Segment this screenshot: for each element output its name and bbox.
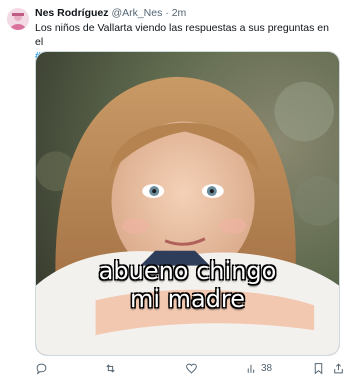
- handle[interactable]: @Ark_Nes: [111, 7, 162, 19]
- reply-icon: [36, 363, 47, 375]
- meme-caption-line-2: mi madre: [129, 285, 246, 313]
- tweet-body: Los niños de Vallarta viendo las respues…: [35, 22, 329, 48]
- tweet-actions: 38: [35, 362, 345, 376]
- heart-icon: [186, 363, 197, 374]
- tweet-image[interactable]: abueno chingo mi madre: [35, 51, 340, 356]
- share-icon: [334, 363, 343, 374]
- retweet-icon: [106, 364, 115, 373]
- display-name[interactable]: Nes Rodríguez: [35, 7, 109, 19]
- views-button[interactable]: 38: [245, 362, 272, 375]
- bookmark-icon: [314, 363, 323, 375]
- retweet-button[interactable]: [104, 362, 117, 375]
- reply-button[interactable]: [35, 362, 48, 375]
- avatar[interactable]: [7, 8, 29, 30]
- separator: ·: [165, 7, 169, 19]
- timestamp[interactable]: 2m: [172, 7, 187, 19]
- bookmark-button[interactable]: [312, 362, 325, 375]
- share-button[interactable]: [332, 362, 345, 375]
- meme-caption: abueno chingo mi madre: [36, 257, 339, 313]
- views-icon: [247, 364, 255, 373]
- tweet-header: Nes Rodríguez @Ark_Nes · 2m: [35, 7, 186, 20]
- meme-caption-line-1: abueno chingo: [98, 257, 277, 285]
- views-count: 38: [261, 363, 273, 374]
- like-button[interactable]: [185, 362, 198, 375]
